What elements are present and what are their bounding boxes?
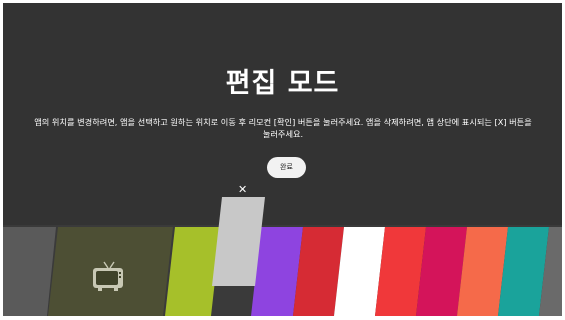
tv-screen: 편집 모드 앱의 위치를 변경하려면, 앱을 선택하고 원하는 위치로 이동 후… (3, 3, 562, 316)
close-icon[interactable]: ✕ (238, 184, 247, 196)
app-tile-lime[interactable] (165, 227, 221, 316)
tv-icon (93, 261, 123, 291)
launcher-tiles (3, 197, 562, 316)
app-tile-gray[interactable] (3, 227, 56, 316)
